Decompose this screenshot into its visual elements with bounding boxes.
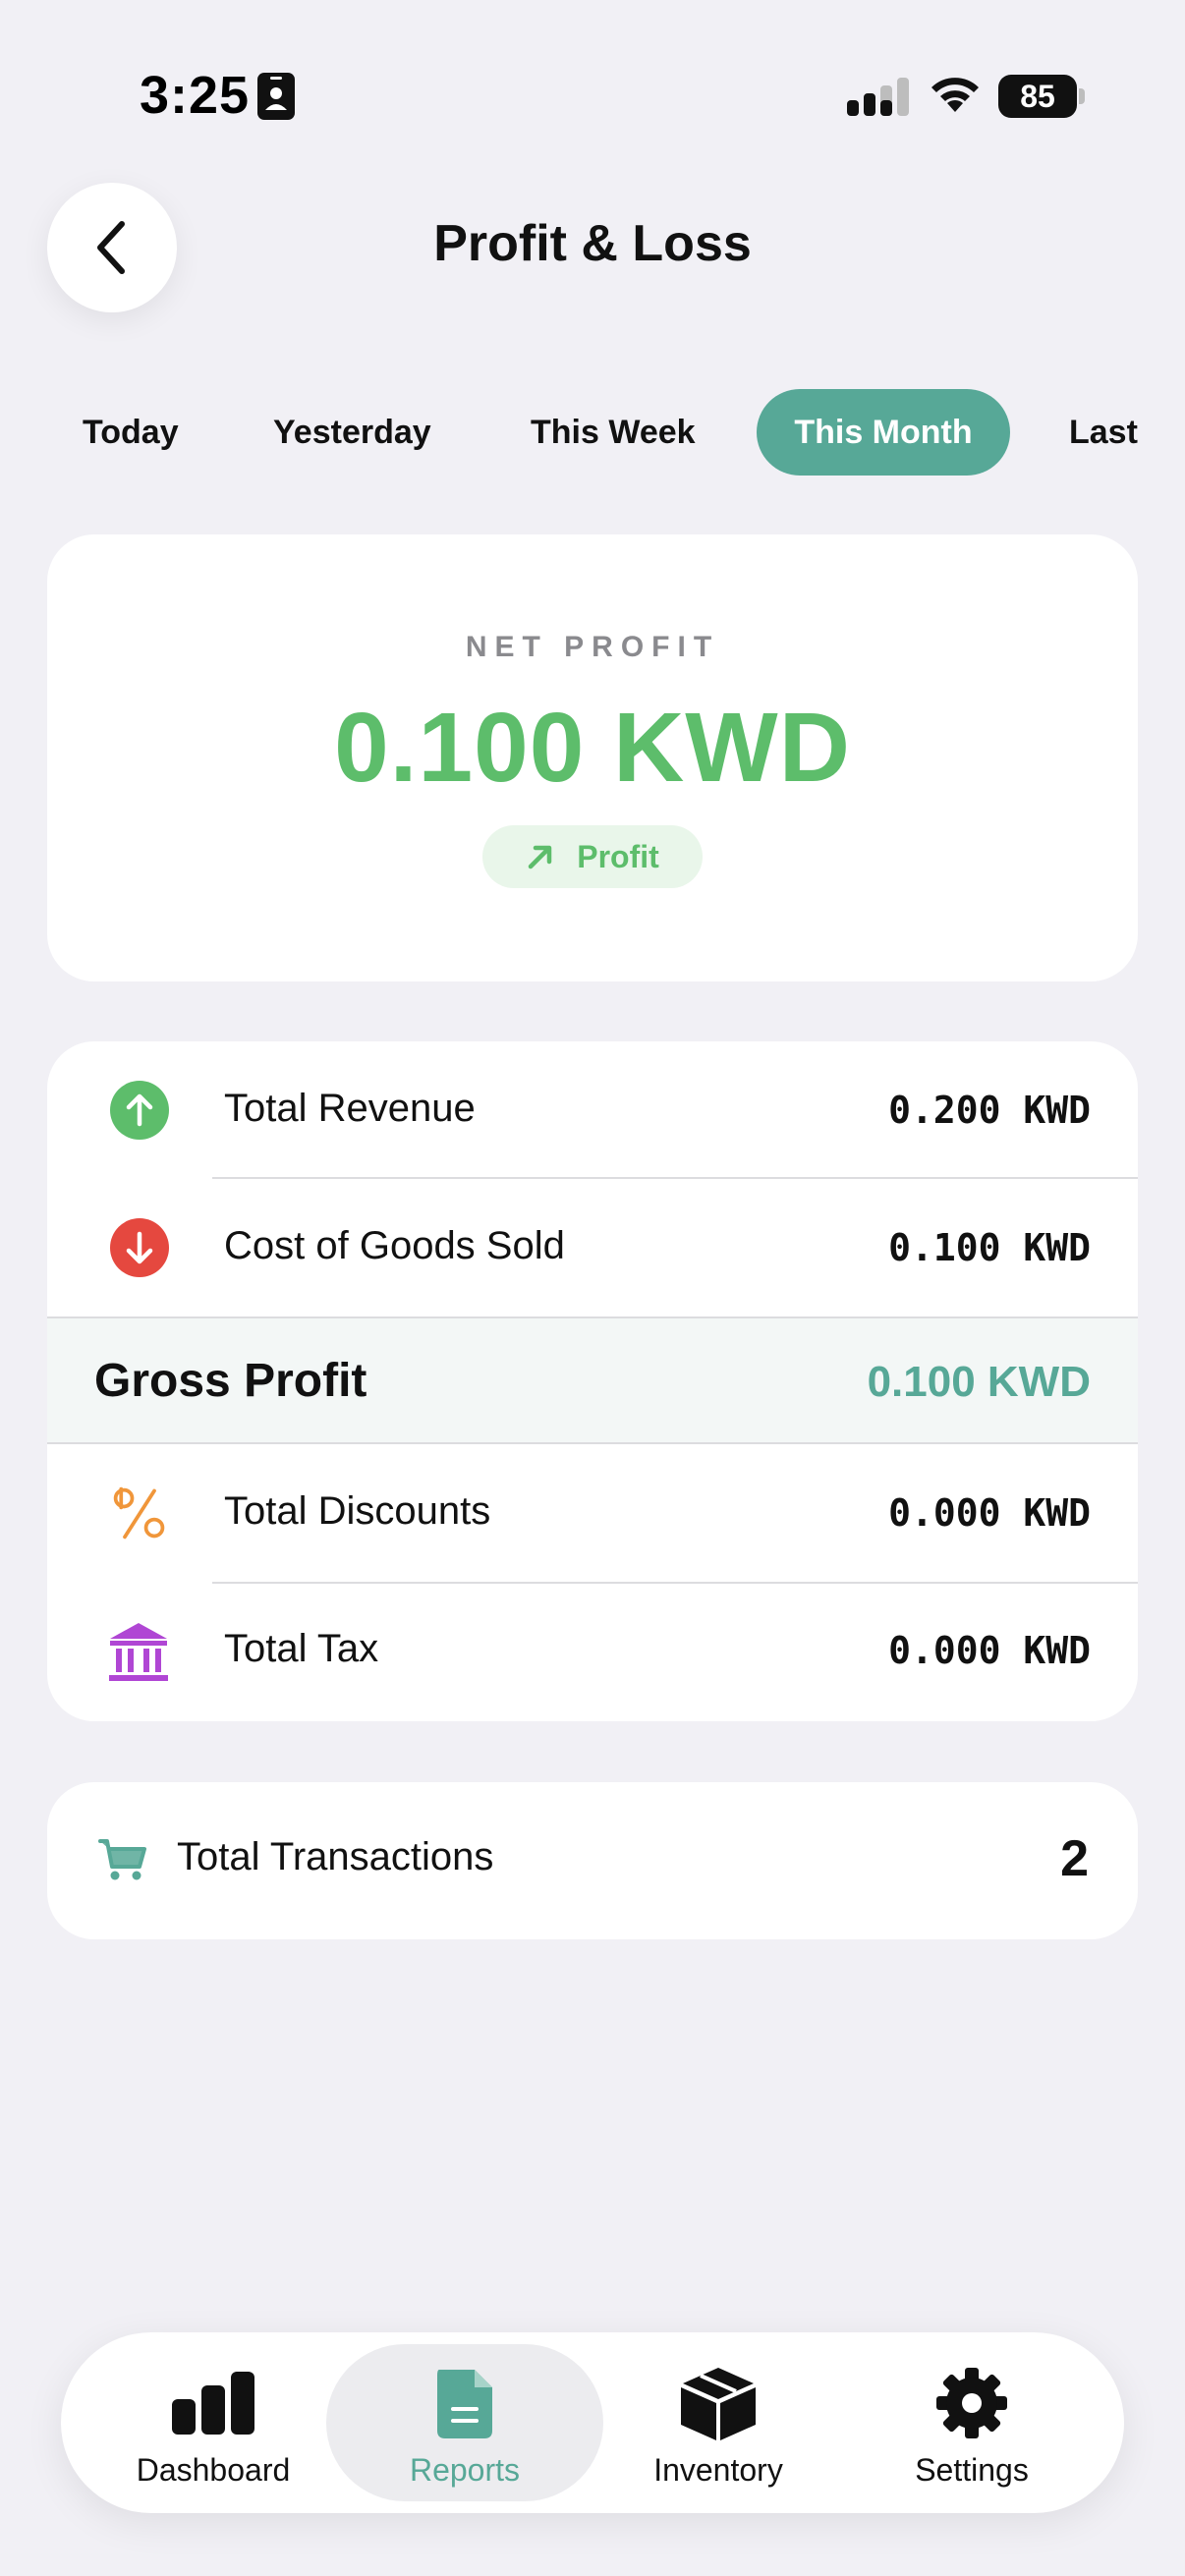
tab-reports[interactable]: Reports: [326, 2344, 603, 2501]
total-revenue-row: Total Revenue 0.200 KWD: [47, 1041, 1138, 1179]
gross-profit-row: Gross Profit 0.100 KWD: [47, 1316, 1138, 1444]
cellular-signal-icon: [847, 78, 909, 116]
total-revenue-label: Total Revenue: [224, 1087, 476, 1130]
document-icon: [437, 2370, 492, 2438]
tab-reports-label: Reports: [409, 2452, 521, 2488]
profit-badge: Profit: [482, 825, 703, 888]
page-title: Profit & Loss: [433, 215, 752, 272]
cogs-label: Cost of Goods Sold: [224, 1224, 565, 1267]
tab-settings[interactable]: Settings: [833, 2344, 1110, 2501]
tab-inventory-label: Inventory: [653, 2452, 783, 2488]
period-tabs: Today Yesterday This Week This Month Las…: [0, 389, 1185, 476]
transactions-value: 2: [1060, 1830, 1089, 1887]
percent-icon: [113, 1486, 165, 1540]
battery-indicator: 85: [998, 75, 1085, 118]
total-discounts-label: Total Discounts: [224, 1489, 491, 1533]
battery-cap: [1079, 88, 1085, 104]
tab-dashboard[interactable]: Dashboard: [75, 2344, 352, 2501]
tab-yesterday[interactable]: Yesterday: [273, 389, 431, 476]
gross-profit-label: Gross Profit: [94, 1355, 367, 1407]
profit-badge-label: Profit: [577, 838, 659, 874]
tab-inventory[interactable]: Inventory: [580, 2344, 857, 2501]
status-time: 3:25: [140, 66, 251, 125]
arrow-up-right-icon: [528, 845, 552, 869]
tab-settings-label: Settings: [915, 2452, 1029, 2488]
total-discounts-row: Total Discounts 0.000 KWD: [47, 1446, 1138, 1584]
bar-chart-icon: [172, 2372, 254, 2435]
tab-today[interactable]: Today: [83, 389, 179, 476]
net-profit-label: NET PROFIT: [465, 631, 720, 663]
tab-this-month[interactable]: This Month: [757, 389, 1010, 476]
tab-this-week[interactable]: This Week: [531, 389, 696, 476]
cogs-value: 0.100 KWD: [888, 1226, 1091, 1269]
cogs-row: Cost of Goods Sold 0.100 KWD: [47, 1179, 1138, 1316]
box-icon: [681, 2368, 756, 2440]
bottom-tab-bar: Dashboard Reports Inventory Settings: [61, 2332, 1124, 2513]
wifi-icon: [931, 78, 979, 112]
arrow-down-circle-icon: [110, 1218, 169, 1277]
status-bar: 3:25 85: [0, 0, 1185, 187]
total-discounts-value: 0.000 KWD: [888, 1491, 1091, 1535]
contact-card-icon: [257, 73, 295, 120]
cart-icon: [98, 1839, 146, 1880]
net-profit-value: 0.100 KWD: [334, 693, 851, 803]
total-tax-row: Total Tax 0.000 KWD: [47, 1584, 1138, 1721]
transactions-card[interactable]: Total Transactions 2: [47, 1782, 1138, 1939]
total-tax-label: Total Tax: [224, 1627, 379, 1670]
tab-dashboard-label: Dashboard: [136, 2452, 291, 2488]
battery-level: 85: [998, 75, 1077, 118]
gear-icon: [936, 2368, 1007, 2438]
breakdown-card: Total Revenue 0.200 KWD Cost of Goods So…: [47, 1041, 1138, 1721]
tab-last[interactable]: Last: [1069, 389, 1138, 476]
bank-icon: [109, 1623, 168, 1681]
arrow-up-circle-icon: [110, 1081, 169, 1140]
gross-profit-value: 0.100 KWD: [867, 1358, 1091, 1406]
total-tax-value: 0.000 KWD: [888, 1629, 1091, 1672]
total-revenue-value: 0.200 KWD: [888, 1089, 1091, 1132]
net-profit-card: NET PROFIT 0.100 KWD Profit: [47, 534, 1138, 981]
transactions-label: Total Transactions: [177, 1835, 494, 1878]
